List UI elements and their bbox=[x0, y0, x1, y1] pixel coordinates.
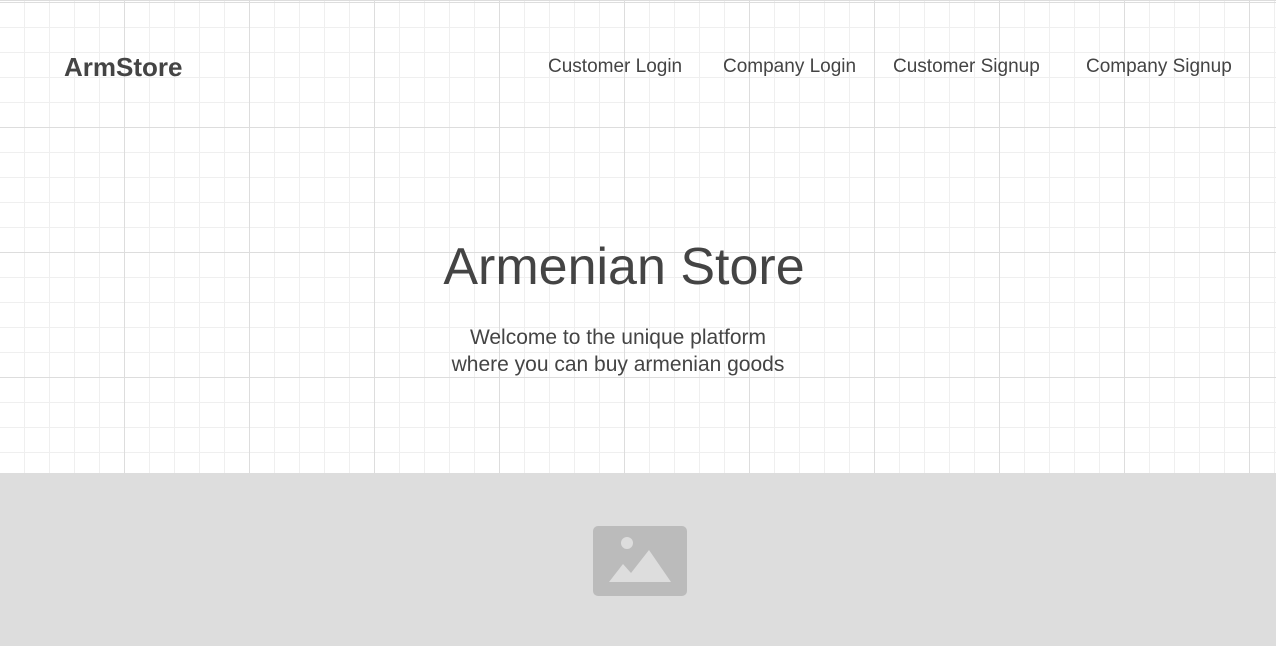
hero-subtitle-line-2: where you can buy armenian goods bbox=[451, 353, 785, 376]
hero-subtitle: Welcome to the unique platform where you… bbox=[0, 324, 1236, 378]
image-placeholder-icon bbox=[593, 526, 687, 596]
hero-subtitle-line-1: Welcome to the unique platform bbox=[469, 326, 767, 349]
image-banner bbox=[0, 473, 1276, 646]
page: ArmStore Customer Login Company Login Cu… bbox=[0, 0, 1276, 646]
hero-title: Armenian Store bbox=[443, 238, 805, 296]
nav-customer-login[interactable]: Customer Login bbox=[548, 55, 682, 79]
hero-section: ArmStore Customer Login Company Login Cu… bbox=[0, 0, 1276, 473]
nav-customer-signup[interactable]: Customer Signup bbox=[893, 55, 1040, 79]
nav-company-signup[interactable]: Company Signup bbox=[1086, 55, 1232, 79]
nav-company-login[interactable]: Company Login bbox=[723, 55, 856, 79]
main-nav: Customer Login Company Login Customer Si… bbox=[0, 55, 1276, 79]
